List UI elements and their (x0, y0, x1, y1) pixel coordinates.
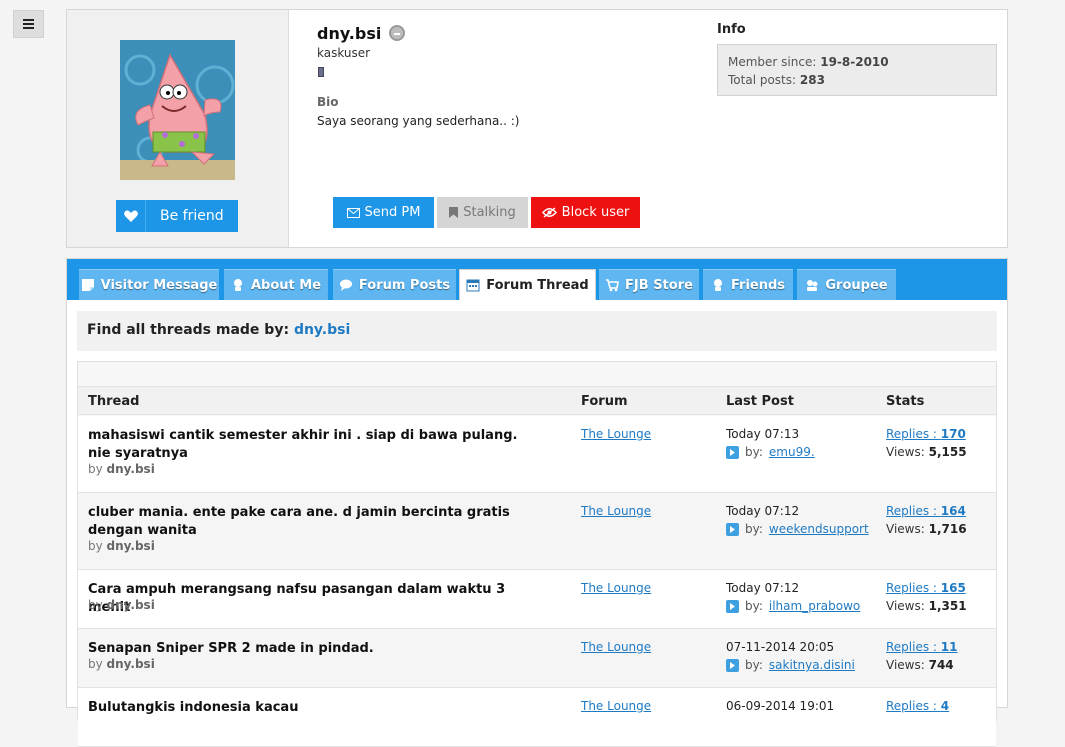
replies-link[interactable]: Replies : 170 (886, 427, 966, 441)
replies-link[interactable]: Replies : 165 (886, 581, 966, 595)
offline-status-icon (389, 25, 405, 41)
header-forum: Forum (581, 394, 628, 409)
user-rank: kaskuser (317, 46, 371, 60)
calendar-icon (466, 279, 480, 292)
table-row: Senapan Sniper SPR 2 made in pindad. by … (78, 629, 996, 688)
profile-tabs-panel: Visitor Message About Me Forum Posts For… (66, 258, 1008, 747)
replies-link[interactable]: Replies : 4 (886, 699, 949, 713)
table-row: Bulutangkis indonesia kacau The Lounge 0… (78, 688, 996, 747)
bio-text: Saya seorang yang sederhana.. :) (317, 114, 520, 128)
last-post-by: by: weekendsupport (726, 522, 869, 536)
stalking-button[interactable]: Stalking (437, 197, 528, 228)
be-friend-button[interactable]: Be friend (116, 200, 238, 232)
thread-title-link[interactable]: Cara ampuh merangsang nafsu pasangan dal… (88, 581, 538, 617)
header-last-post: Last Post (726, 394, 794, 409)
thread-table: Thread Forum Last Post Stats mahasiswi c… (77, 361, 997, 747)
table-header: Thread Forum Last Post Stats (78, 386, 996, 415)
tab-forum-thread[interactable]: Forum Thread (459, 269, 596, 300)
table-row: mahasiswi cantik semester akhir ini . si… (78, 416, 996, 493)
last-post-by: by: emu99. (726, 445, 815, 459)
replies-link[interactable]: Replies : 164 (886, 504, 966, 518)
group-icon (807, 280, 818, 291)
thread-author: by dny.bsi (88, 598, 155, 612)
hamburger-icon (23, 19, 34, 29)
username: dny.bsi (317, 24, 382, 43)
thread-title-link[interactable]: Senapan Sniper SPR 2 made in pindad. (88, 640, 538, 658)
thread-title-link[interactable]: Bulutangkis indonesia kacau (88, 699, 538, 717)
views-count: Views: 1,716 (886, 522, 967, 536)
avatar (120, 40, 235, 180)
go-to-post-icon[interactable] (726, 445, 739, 459)
send-pm-label: Send PM (364, 205, 421, 220)
forum-link[interactable]: The Lounge (581, 427, 651, 441)
envelope-icon (346, 207, 360, 218)
tab-forum-posts[interactable]: Forum Posts (333, 269, 456, 300)
tab-bar: Visitor Message About Me Forum Posts For… (67, 259, 1007, 300)
tab-about-me[interactable]: About Me (224, 269, 328, 300)
last-post-date: 06-09-2014 19:01 (726, 699, 835, 713)
last-post-date: Today 07:12 (726, 581, 800, 595)
forum-link[interactable]: The Lounge (581, 504, 651, 518)
table-row: cluber mania. ente pake cara ane. d jami… (78, 493, 996, 570)
header-thread: Thread (88, 394, 140, 409)
header-stats: Stats (886, 394, 925, 409)
thread-author: by dny.bsi (88, 462, 155, 476)
heart-icon (116, 200, 146, 232)
note-icon (81, 279, 94, 291)
block-user-button[interactable]: Block user (531, 197, 640, 228)
avatar-column: Be friend (67, 10, 289, 247)
tab-fjb-store[interactable]: FJB Store (599, 269, 699, 300)
forum-link[interactable]: The Lounge (581, 640, 651, 654)
find-user-link[interactable]: dny.bsi (294, 322, 350, 338)
friends-icon (713, 279, 722, 291)
last-poster-link[interactable]: weekendsupport (769, 522, 869, 536)
forum-link[interactable]: The Lounge (581, 699, 651, 713)
tab-groupee[interactable]: Groupee (797, 269, 896, 300)
last-poster-link[interactable]: sakitnya.disini (769, 658, 855, 672)
thread-author: by dny.bsi (88, 657, 155, 671)
last-post-by: by: ilham_prabowo (726, 599, 860, 613)
last-post-date: 07-11-2014 20:05 (726, 640, 835, 654)
last-post-date: Today 07:12 (726, 504, 800, 518)
stalking-label: Stalking (463, 205, 516, 220)
person-icon (233, 279, 242, 291)
thread-title-link[interactable]: cluber mania. ente pake cara ane. d jami… (88, 504, 538, 540)
chat-icon (339, 279, 352, 291)
menu-button[interactable] (13, 10, 44, 38)
rank-bar-icon (318, 67, 324, 77)
forum-link[interactable]: The Lounge (581, 581, 651, 595)
info-title: Info (717, 22, 746, 37)
block-user-label: Block user (561, 205, 630, 220)
go-to-post-icon[interactable] (726, 522, 739, 536)
eye-slash-icon (541, 207, 557, 218)
profile-card: Be friend dny.bsi kaskuser Bio Saya seor… (66, 9, 1008, 248)
send-pm-button[interactable]: Send PM (333, 197, 434, 228)
bookmark-icon (449, 207, 459, 218)
last-post-date: Today 07:13 (726, 427, 800, 441)
views-count: Views: 5,155 (886, 445, 967, 459)
bio-label: Bio (317, 95, 339, 109)
views-count: Views: 1,351 (886, 599, 967, 613)
member-since: Member since: 19-8-2010 (728, 55, 889, 69)
be-friend-label: Be friend (160, 208, 224, 224)
total-posts: Total posts: 283 (728, 73, 825, 87)
cart-icon (606, 279, 619, 292)
tab-friends[interactable]: Friends (703, 269, 793, 300)
thread-author: by dny.bsi (88, 539, 155, 553)
last-poster-link[interactable]: ilham_prabowo (769, 599, 860, 613)
last-poster-link[interactable]: emu99. (769, 445, 815, 459)
replies-link[interactable]: Replies : 11 (886, 640, 958, 654)
tab-visitor-message[interactable]: Visitor Message (79, 269, 219, 300)
views-count: Views: 744 (886, 658, 954, 672)
info-box: Member since: 19-8-2010 Total posts: 283 (717, 44, 997, 96)
find-threads-header: Find all threads made by: dny.bsi (77, 311, 997, 351)
thread-title-link[interactable]: mahasiswi cantik semester akhir ini . si… (88, 427, 538, 463)
table-row: Cara ampuh merangsang nafsu pasangan dal… (78, 570, 996, 629)
last-post-by: by: sakitnya.disini (726, 658, 855, 672)
go-to-post-icon[interactable] (726, 658, 739, 672)
go-to-post-icon[interactable] (726, 599, 739, 613)
